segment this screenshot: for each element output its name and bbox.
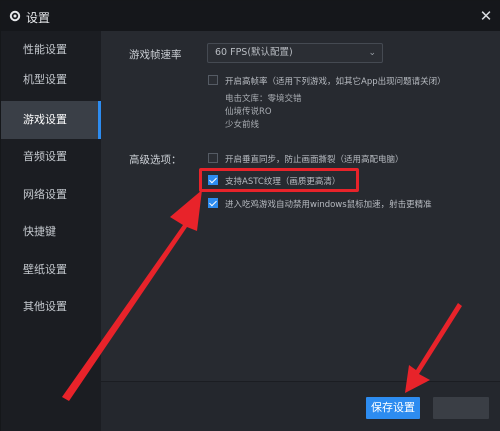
save-button[interactable]: 保存设置: [366, 397, 420, 419]
mouse-accel-checkbox[interactable]: [208, 198, 218, 208]
fps-select[interactable]: 60 FPS(默认配置) ⌄: [207, 43, 383, 63]
sidebar: 性能设置 机型设置 游戏设置 音频设置 网络设置 快捷键 壁纸设置 其他设置: [1, 31, 101, 431]
vsync-checkbox[interactable]: [208, 153, 218, 163]
game-list-item: 少女前线: [225, 120, 260, 130]
high-fps-label: 开启高帧率（适用下列游戏，如其它App出现问题请关闭）: [225, 77, 446, 87]
fps-select-value: 60 FPS(默认配置): [215, 47, 293, 58]
mouse-accel-label: 进入吃鸡游戏自动禁用windows鼠标加速，射击更精准: [225, 200, 432, 210]
fps-label: 游戏帧速率: [129, 49, 182, 61]
title-bar: 设置 ✕: [1, 1, 500, 31]
sidebar-item-game[interactable]: 游戏设置: [1, 101, 101, 139]
high-fps-checkbox[interactable]: [208, 75, 218, 85]
game-list-item: 电击文库：零境交错: [225, 94, 302, 104]
cancel-button[interactable]: [433, 397, 489, 419]
sidebar-item-other[interactable]: 其他设置: [1, 288, 101, 326]
sidebar-item-audio[interactable]: 音频设置: [1, 138, 101, 176]
astc-label: 支持ASTC纹理（画质更高清）: [225, 177, 341, 187]
game-list-item: 仙境传说RO: [225, 107, 272, 117]
gear-icon: [9, 10, 21, 22]
vsync-label: 开启垂直同步，防止画面撕裂（适用高配电脑）: [225, 155, 404, 165]
sidebar-item-device[interactable]: 机型设置: [1, 61, 101, 99]
close-icon[interactable]: ✕: [477, 7, 495, 25]
settings-window: 设置 ✕ 性能设置 机型设置 游戏设置 音频设置 网络设置 快捷键 壁纸设置 其…: [0, 0, 500, 431]
sidebar-item-network[interactable]: 网络设置: [1, 176, 101, 214]
astc-checkbox[interactable]: [208, 175, 218, 185]
settings-content: [101, 31, 500, 431]
sidebar-item-wallpaper[interactable]: 壁纸设置: [1, 251, 101, 289]
window-title: 设置: [26, 11, 51, 25]
sidebar-item-hotkeys[interactable]: 快捷键: [1, 213, 101, 251]
chevron-down-icon: ⌄: [368, 48, 376, 58]
advanced-options-label: 高级选项：: [129, 154, 182, 166]
